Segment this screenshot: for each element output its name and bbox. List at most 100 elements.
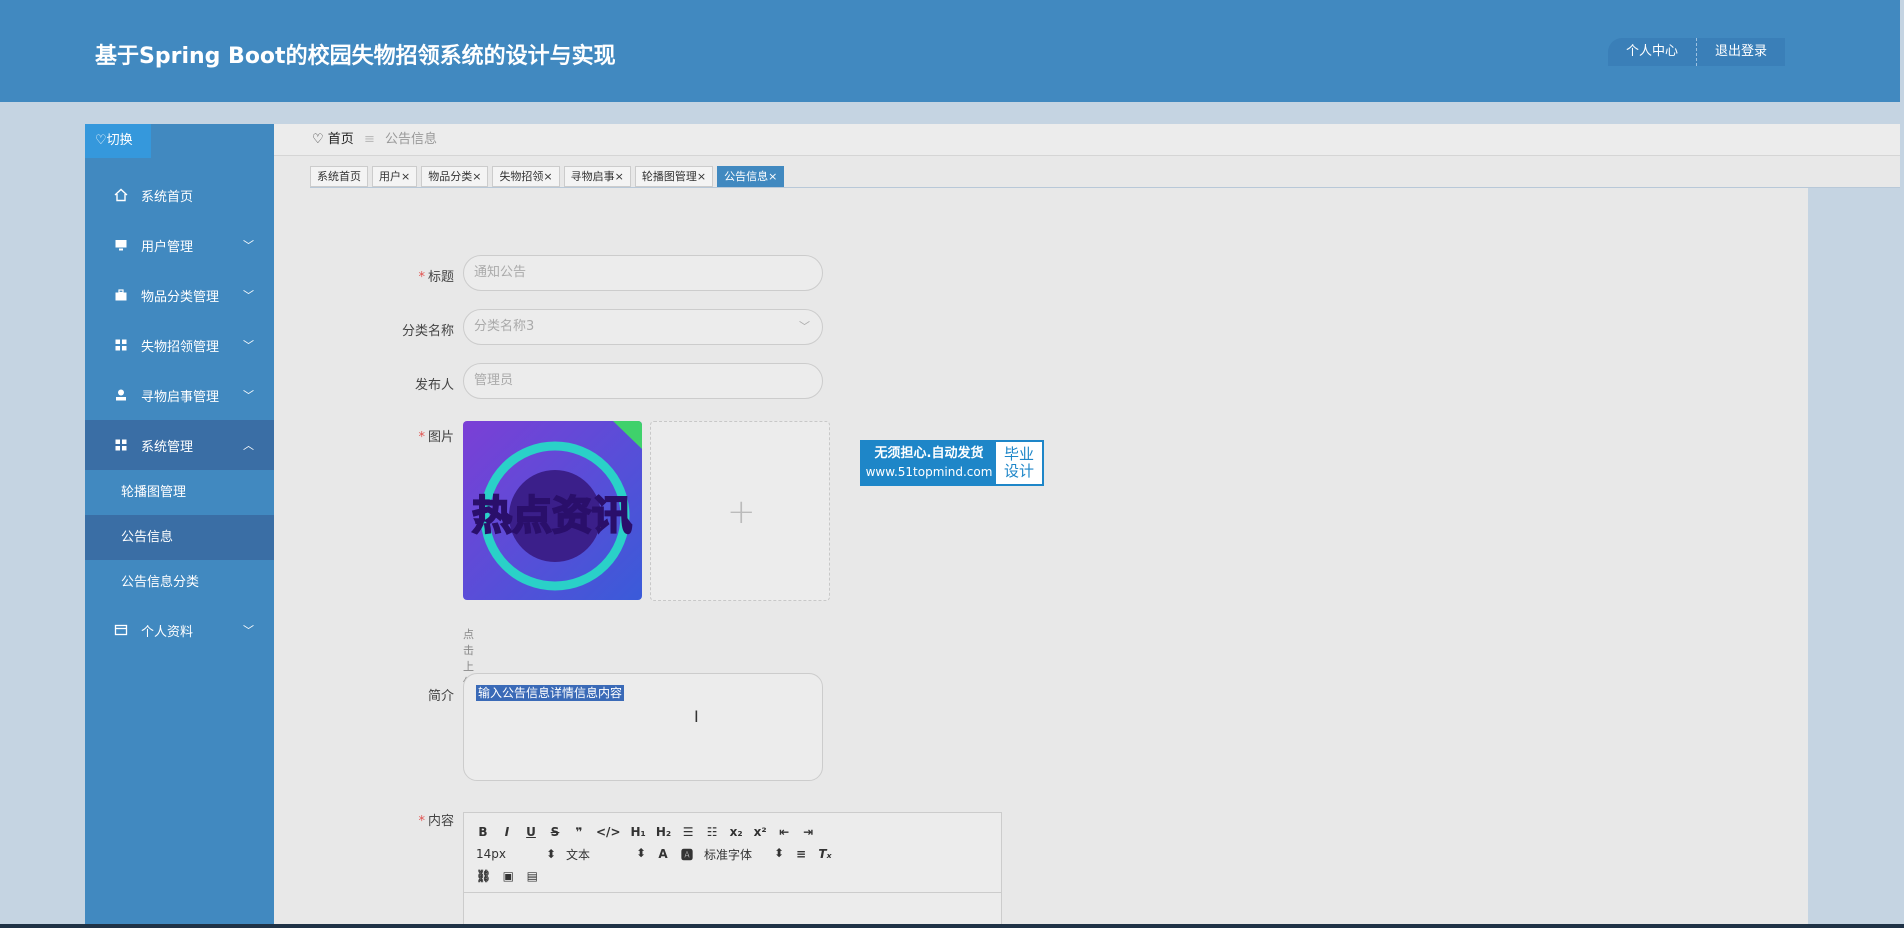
publisher-label: 发布人 [414, 378, 454, 393]
bullet-list-icon[interactable]: ☷ [705, 825, 719, 839]
sidebar: ♡切换 系统首页 用户管理 ﹀ 物品分类管理 ﹀ 失物招领管理 ﹀ 寻物启事管理… [85, 124, 274, 928]
video-icon[interactable]: ▤ [525, 869, 539, 883]
rich-text-editor[interactable]: B I U S ❞ </> H₁ H₂ ☰ ☷ x₂ x² ⇤ ⇥ 14px⬍ [463, 812, 1002, 928]
h1-button[interactable]: H₁ [631, 825, 646, 839]
app-title: 基于Spring Boot的校园失物招领系统的设计与实现 [95, 44, 616, 69]
user-icon [113, 387, 129, 403]
home-icon [113, 187, 129, 203]
h2-button[interactable]: H₂ [656, 825, 671, 839]
briefcase-icon [113, 287, 129, 303]
chevron-down-icon: ﹀ [243, 339, 254, 352]
breadcrumb-current: 公告信息 [385, 132, 438, 147]
outdent-icon[interactable]: ⇤ [777, 825, 791, 839]
quote-icon[interactable]: ❞ [572, 825, 586, 839]
main-content: ♡ 首页 ≡ 公告信息 系统首页 用户× 物品分类× 失物招领× 寻物启事× 轮… [274, 124, 1900, 928]
chevron-down-icon: ﹀ [243, 389, 254, 402]
profile-button[interactable]: 个人中心 [1608, 38, 1698, 66]
tab-users[interactable]: 用户× [372, 166, 418, 187]
sidebar-item-home[interactable]: 系统首页 [85, 170, 274, 220]
breadcrumb-home[interactable]: 首页 [328, 132, 354, 147]
category-label: 分类名称 [401, 324, 454, 339]
editor-toolbar: B I U S ❞ </> H₁ H₂ ☰ ☷ x₂ x² ⇤ ⇥ 14px⬍ [464, 813, 1001, 893]
breadcrumb-separator: ≡ [363, 132, 375, 147]
sidebar-subitem-notice[interactable]: 公告信息 [85, 515, 274, 560]
sidebar-item-label: 用户管理 [141, 239, 194, 255]
uploaded-image[interactable]: 热点资讯 [463, 421, 642, 600]
sidebar-item-label: 系统首页 [141, 189, 194, 205]
bold-button[interactable]: B [476, 825, 490, 839]
ordered-list-icon[interactable]: ☰ [681, 825, 695, 839]
sidebar-item-categories[interactable]: 物品分类管理 ﹀ [85, 270, 274, 320]
content-label: * 内容 [418, 814, 454, 829]
code-icon[interactable]: </> [596, 825, 621, 839]
sidebar-subitem-banner[interactable]: 轮播图管理 [85, 470, 274, 515]
sidebar-item-notices[interactable]: 寻物启事管理 ﹀ [85, 370, 274, 420]
monitor-icon [113, 237, 129, 253]
header-actions: 个人中心 退出登录 [1608, 38, 1786, 66]
tab-categories[interactable]: 物品分类× [421, 166, 489, 187]
taskbar-strip [0, 924, 1904, 928]
chevron-up-icon: ︿ [243, 439, 254, 452]
category-select-value: 分类名称3 [474, 319, 535, 334]
tab-notices[interactable]: 寻物启事× [563, 166, 631, 187]
ad-text-block: 无须担心.自动发货 www.51topmind.com [862, 442, 996, 484]
heart-icon: ♡ [312, 132, 324, 147]
ad-tag: 毕业 设计 [996, 442, 1042, 484]
text-style-select[interactable]: 文本 ⬍ [566, 846, 646, 863]
image-upload-button[interactable]: + [650, 421, 830, 601]
indent-icon[interactable]: ⇥ [801, 825, 815, 839]
italic-button[interactable]: I [500, 825, 514, 839]
background-color-icon[interactable]: 🅰 [680, 846, 694, 863]
tab-bar: 系统首页 用户× 物品分类× 失物招领× 寻物启事× 轮播图管理× 公告信息× [310, 166, 785, 187]
ad-url: www.51topmind.com [865, 465, 993, 479]
font-color-icon[interactable]: A [656, 847, 670, 861]
sidebar-item-users[interactable]: 用户管理 ﹀ [85, 220, 274, 270]
image-icon[interactable]: ▣ [501, 869, 515, 883]
tab-home[interactable]: 系统首页 [310, 166, 368, 187]
font-size-select[interactable]: 14px ⬍ [476, 847, 556, 861]
sidebar-item-profile[interactable]: 个人资料 ﹀ [85, 605, 274, 655]
image-text: 热点资讯 [472, 493, 632, 539]
ad-badge[interactable]: 无须担心.自动发货 www.51topmind.com 毕业 设计 [860, 440, 1044, 486]
chevron-down-icon: ﹀ [799, 320, 810, 333]
strike-button[interactable]: S [548, 825, 562, 839]
intro-textarea[interactable]: 输入公告信息详情信息内容 [463, 673, 823, 781]
sidebar-item-lostfound[interactable]: 失物招领管理 ﹀ [85, 320, 274, 370]
intro-label: 简介 [427, 689, 454, 704]
grid-icon [113, 437, 129, 453]
link-icon[interactable]: ⛓ [476, 869, 491, 883]
tab-announcement[interactable]: 公告信息× [717, 166, 785, 187]
right-gutter [1808, 188, 1900, 928]
tab-lostfound[interactable]: 失物招领× [492, 166, 560, 187]
superscript-button[interactable]: x² [753, 825, 767, 839]
sidebar-item-label: 寻物启事管理 [141, 389, 220, 405]
card-icon [113, 622, 129, 638]
subscript-button[interactable]: x₂ [729, 825, 743, 839]
sidebar-item-label: 系统管理 [141, 439, 194, 455]
ad-tag-line2: 设计 [1003, 462, 1034, 480]
grid-icon [113, 337, 129, 353]
chevron-down-icon: ﹀ [243, 239, 254, 252]
font-family-select[interactable]: 标准字体 ⬍ [704, 846, 784, 863]
switch-button[interactable]: ♡切换 [85, 124, 151, 158]
sidebar-item-label: 失物招领管理 [141, 339, 220, 355]
text-cursor-icon: I [694, 707, 699, 726]
tabs-divider [310, 187, 1900, 188]
breadcrumb: ♡ 首页 ≡ 公告信息 [274, 124, 1900, 156]
clear-format-icon[interactable]: Tₓ [818, 847, 832, 861]
sidebar-subitem-notice-category[interactable]: 公告信息分类 [85, 560, 274, 605]
logout-button[interactable]: 退出登录 [1697, 38, 1786, 66]
underline-button[interactable]: U [524, 825, 538, 839]
title-input[interactable]: 通知公告 [463, 255, 823, 291]
title-label: * 标题 [418, 270, 454, 285]
sidebar-item-system[interactable]: 系统管理 ︿ [85, 420, 274, 470]
ad-slogan: 无须担心.自动发货 [874, 446, 984, 461]
tab-banner[interactable]: 轮播图管理× [634, 166, 714, 187]
publisher-input[interactable]: 管理员 [463, 363, 823, 399]
align-icon[interactable]: ≡ [794, 847, 808, 861]
sidebar-item-label: 个人资料 [141, 624, 194, 640]
image-label: * 图片 [418, 430, 454, 445]
category-select[interactable]: 分类名称3 ﹀ [463, 309, 823, 345]
sidebar-item-label: 物品分类管理 [141, 289, 220, 305]
chevron-down-icon: ﹀ [243, 624, 254, 637]
